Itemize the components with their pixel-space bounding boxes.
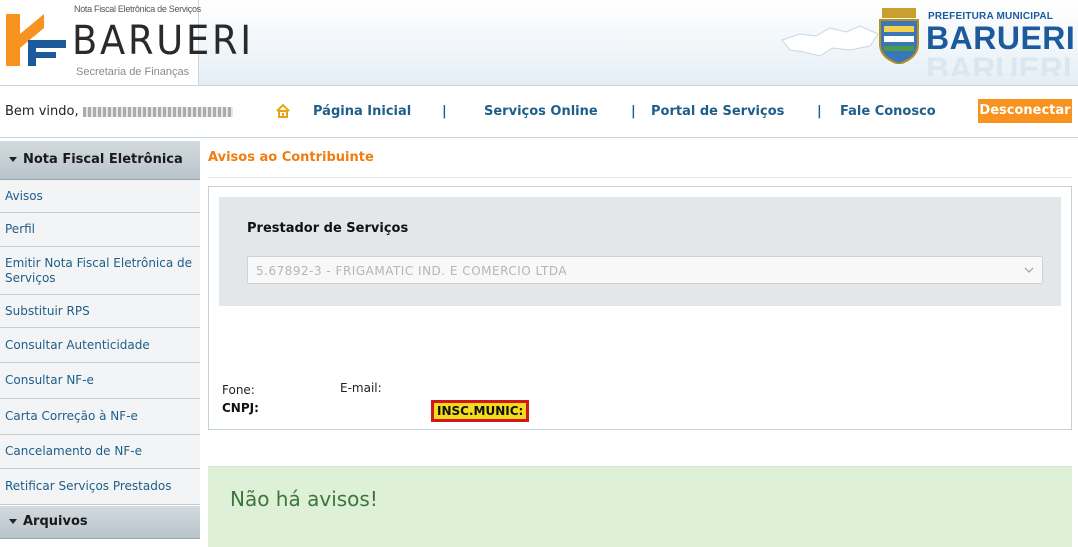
- page-title: Avisos ao Contribuinte: [208, 150, 374, 165]
- insc-munic-label: INSC.MUNIC:: [431, 400, 530, 422]
- prestador-select[interactable]: 5.67892-3 - FRIGAMATIC IND. E COMERCIO L…: [247, 256, 1043, 284]
- sidebar-item-perfil[interactable]: Perfil: [0, 213, 200, 247]
- sidebar-section-nfe[interactable]: Nota Fiscal Eletrônica: [0, 140, 200, 180]
- nav-separator: |: [817, 104, 822, 119]
- caret-down-icon: [9, 519, 17, 524]
- prefeitura-name-reflection: BARUERI: [926, 54, 1072, 76]
- nav-link-servicos-online[interactable]: Serviços Online: [484, 104, 598, 119]
- sidebar-section-arquivos[interactable]: Arquivos: [0, 505, 200, 539]
- prestador-select-value: 5.67892-3 - FRIGAMATIC IND. E COMERCIO L…: [256, 264, 568, 278]
- prefeitura-logo: PREFEITURA MUNICIPAL BARUERI BARUERI: [780, 4, 1075, 80]
- welcome-label: Bem vindo,: [5, 104, 79, 119]
- chevron-down-icon: [1024, 267, 1034, 273]
- logo-name: BARUERI: [72, 18, 254, 64]
- sidebar-item-label: Consultar NF-e: [5, 373, 94, 387]
- email-label: E-mail:: [340, 381, 382, 395]
- notice-text: Não há avisos!: [230, 487, 378, 511]
- prefeitura-name: BARUERI: [926, 20, 1076, 56]
- sidebar-item-avisos[interactable]: Avisos: [0, 180, 200, 213]
- title-divider: [208, 177, 1072, 178]
- nav-link-pagina-inicial[interactable]: Página Inicial: [313, 104, 411, 119]
- sidebar-item-cancelamento[interactable]: Cancelamento de NF-e: [0, 435, 200, 469]
- logout-button[interactable]: Desconectar: [978, 99, 1072, 123]
- top-nav: Bem vindo, Página Inicial | Serviços Onl…: [0, 96, 1078, 130]
- nav-separator: |: [442, 104, 447, 119]
- sidebar-item-label: Emitir Nota Fiscal Eletrônica de Serviço…: [5, 255, 193, 285]
- city-map-icon: [781, 25, 879, 57]
- sidebar-item-label: Cancelamento de NF-e: [5, 444, 142, 458]
- contributor-panel: Prestador de Serviços 5.67892-3 - FRIGAM…: [208, 186, 1072, 430]
- sidebar-item-label: Perfil: [5, 222, 36, 236]
- notice-box: Não há avisos!: [208, 466, 1072, 547]
- sidebar-item-consultar-nfe[interactable]: Consultar NF-e: [0, 363, 200, 399]
- prestador-label: Prestador de Serviços: [247, 221, 409, 236]
- sidebar-item-label: Avisos: [5, 188, 43, 203]
- sidebar-item-label: Consultar Autenticidade: [5, 337, 150, 352]
- main-content: Avisos ao Contribuinte Prestador de Serv…: [208, 140, 1078, 547]
- logo-small-text: Nota Fiscal Eletrônica de Serviços: [74, 4, 201, 14]
- logo-subtitle: Secretaria de Finanças: [76, 66, 190, 78]
- header-banner: Nota Fiscal Eletrônica de Serviços BARUE…: [0, 0, 1078, 86]
- sidebar-item-emitir-nfe[interactable]: Emitir Nota Fiscal Eletrônica de Serviço…: [0, 247, 200, 295]
- sidebar: Nota Fiscal Eletrônica Avisos Perfil Emi…: [0, 140, 200, 547]
- nav-divider: [0, 137, 1078, 138]
- nav-link-portal-servicos[interactable]: Portal de Serviços: [651, 104, 784, 119]
- cnpj-label: CNPJ:: [222, 401, 259, 415]
- nav-link-fale-conosco[interactable]: Fale Conosco: [840, 104, 936, 119]
- fone-label: Fone:: [222, 383, 255, 397]
- caret-down-icon: [9, 157, 17, 162]
- sidebar-item-retificar[interactable]: Retificar Serviços Prestados: [0, 469, 200, 505]
- sidebar-item-consultar-autenticidade[interactable]: Consultar Autenticidade: [0, 328, 200, 363]
- sidebar-item-label: Carta Correção à NF-e: [5, 409, 138, 423]
- nf-logo-icon: [6, 14, 66, 66]
- sidebar-item-substituir-rps[interactable]: Substituir RPS: [0, 295, 200, 328]
- nav-separator: |: [631, 104, 636, 119]
- home-icon[interactable]: [275, 103, 291, 119]
- sidebar-item-label: Retificar Serviços Prestados: [5, 479, 172, 493]
- sidebar-section-title: Nota Fiscal Eletrônica: [23, 152, 183, 167]
- sidebar-section-title: Arquivos: [23, 514, 88, 529]
- prestador-box: Prestador de Serviços 5.67892-3 - FRIGAM…: [219, 197, 1061, 306]
- user-name-redacted: [82, 106, 233, 117]
- sidebar-item-label: Substituir RPS: [5, 303, 90, 318]
- crest-icon: [879, 8, 919, 64]
- sidebar-item-carta-correcao[interactable]: Carta Correção à NF-e: [0, 399, 200, 435]
- welcome-text: Bem vindo,: [5, 104, 233, 119]
- nfe-barueri-logo[interactable]: Nota Fiscal Eletrônica de Serviços BARUE…: [0, 0, 251, 85]
